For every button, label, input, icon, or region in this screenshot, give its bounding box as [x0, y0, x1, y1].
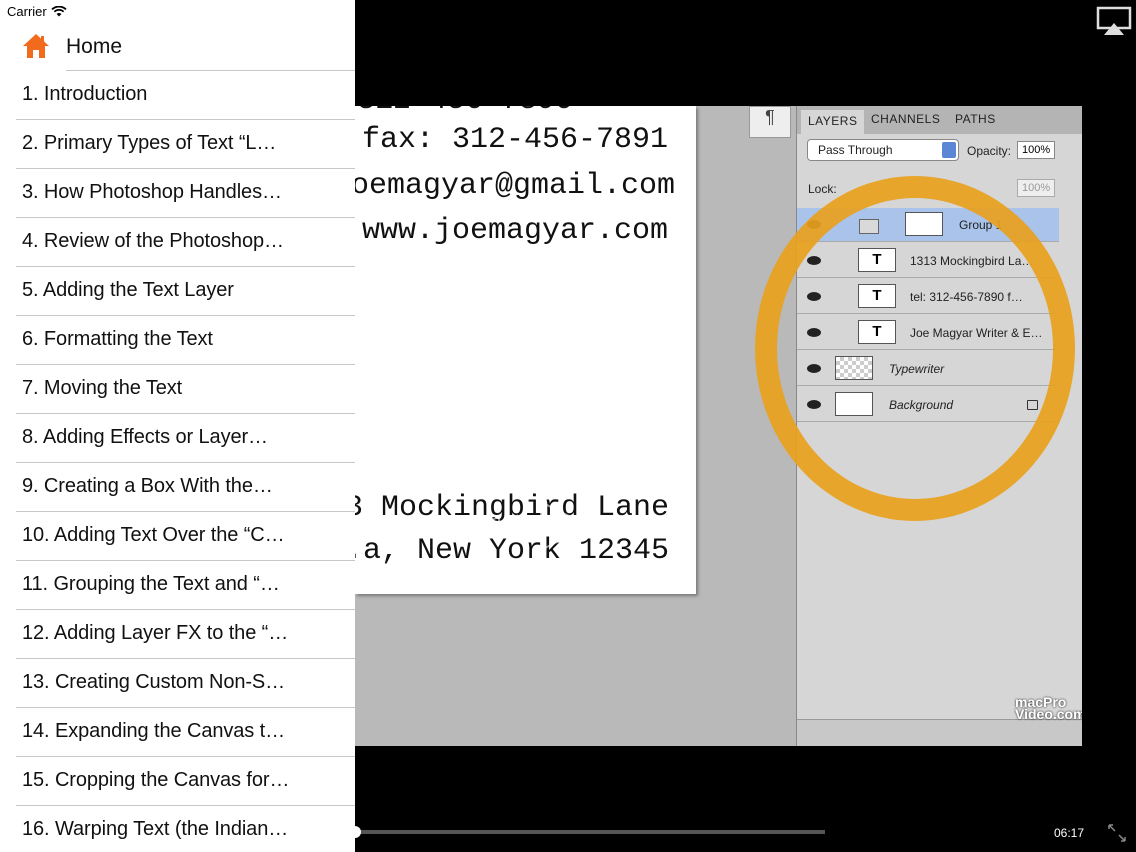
chapter-item[interactable]: 3. How Photoshop Handles…: [0, 169, 355, 218]
chapter-item[interactable]: 16. Warping Text (the Indian…: [0, 806, 355, 852]
chevron-down-icon: [942, 142, 956, 158]
tab-channels[interactable]: CHANNELS: [871, 112, 940, 126]
chapter-label: 5. Adding the Text Layer: [22, 279, 234, 301]
chapter-label: 6. Formatting the Text: [22, 328, 213, 350]
paper-text: 312-456-7890: [357, 106, 573, 118]
blend-mode-value: Pass Through: [818, 143, 893, 157]
chapter-item[interactable]: 7. Moving the Text: [0, 365, 355, 414]
chapter-item[interactable]: 6. Formatting the Text: [0, 316, 355, 365]
watermark: macPro Video.com: [1015, 695, 1082, 722]
chapter-label: 3. How Photoshop Handles…: [22, 181, 282, 203]
chapter-item[interactable]: 14. Expanding the Canvas t…: [0, 708, 355, 757]
chapter-label: 1. Introduction: [22, 83, 148, 105]
chapter-item[interactable]: 5. Adding the Text Layer: [0, 267, 355, 316]
chapter-label: 12. Adding Layer FX to the “…: [22, 622, 289, 644]
tab-layers[interactable]: LAYERS: [801, 110, 865, 134]
home-icon: [23, 34, 49, 58]
play-icon[interactable]: [540, 502, 587, 549]
chapter-item[interactable]: 15. Cropping the Canvas for…: [0, 757, 355, 806]
chapter-list: 1. Introduction 2. Primary Types of Text…: [0, 71, 355, 852]
blend-mode-select[interactable]: Pass Through: [807, 139, 959, 161]
opacity-label: Opacity:: [967, 144, 1012, 158]
lock-label: Lock:: [808, 182, 837, 196]
paper-text: fax: 312-456-7891: [362, 123, 669, 157]
opacity-field[interactable]: 100%: [1017, 141, 1055, 159]
paragraph-icon: ¶: [749, 106, 791, 138]
chapter-item[interactable]: 13. Creating Custom Non-S…: [0, 659, 355, 708]
chapter-label: 15. Cropping the Canvas for…: [22, 769, 290, 791]
chapter-label: 7. Moving the Text: [22, 377, 183, 399]
watermark-line: Video.com: [1015, 706, 1082, 722]
video-player[interactable]: 312-456-7890 fax: 312-456-7891 oemagyar@…: [349, 0, 1136, 852]
chapter-label: 4. Review of the Photoshop…: [22, 230, 284, 252]
chapter-label: 16. Warping Text (the Indian…: [22, 818, 289, 840]
video-frame: 312-456-7890 fax: 312-456-7891 oemagyar@…: [355, 106, 1082, 746]
panel-tabs: LAYERS CHANNELS PATHS: [797, 106, 1082, 134]
fullscreen-icon[interactable]: [1108, 824, 1126, 842]
home-row[interactable]: Home: [0, 26, 355, 70]
chapter-item[interactable]: 1. Introduction: [0, 71, 355, 120]
chapter-item[interactable]: 2. Primary Types of Text “L…: [0, 120, 355, 169]
skip-back-icon[interactable]: [477, 514, 518, 540]
chapter-item[interactable]: 4. Review of the Photoshop…: [0, 218, 355, 267]
playback-controls: [477, 502, 657, 549]
tab-paths[interactable]: PATHS: [955, 112, 996, 126]
chapter-label: 2. Primary Types of Text “L…: [22, 132, 277, 154]
chapter-sidebar: Carrier Home 1. Introduction 2. Primary …: [0, 0, 355, 852]
chapter-item[interactable]: 12. Adding Layer FX to the “…: [0, 610, 355, 659]
fill-field[interactable]: 100%: [1017, 179, 1055, 197]
chapter-label: 13. Creating Custom Non-S…: [22, 671, 286, 693]
wifi-icon: [51, 6, 67, 17]
chapter-item[interactable]: 11. Grouping the Text and “…: [0, 561, 355, 610]
skip-forward-icon[interactable]: [616, 514, 657, 540]
highlight-circle: [755, 176, 1075, 521]
chapter-label: 10. Adding Text Over the “C…: [22, 524, 285, 546]
airplay-icon[interactable]: [1096, 6, 1132, 36]
panel-footer: [797, 719, 1082, 746]
status-bar: Carrier: [7, 4, 67, 19]
paper-text: www.joemagyar.com: [362, 214, 669, 248]
carrier-label: Carrier: [7, 4, 47, 19]
chapter-label: 9. Creating a Box With the…: [22, 475, 273, 497]
chapter-label: 14. Expanding the Canvas t…: [22, 720, 286, 742]
chapter-label: 11. Grouping the Text and “…: [22, 573, 280, 595]
chapter-item[interactable]: 8. Adding Effects or Layer…: [0, 414, 355, 463]
progress-track[interactable]: [355, 830, 825, 834]
paper-text: oemagyar@gmail.com: [355, 169, 676, 203]
chapter-item[interactable]: 9. Creating a Box With the…: [0, 463, 355, 512]
home-label: Home: [66, 35, 123, 58]
chapter-item[interactable]: 10. Adding Text Over the “C…: [0, 512, 355, 561]
time-remaining: 06:17: [1053, 826, 1084, 840]
chapter-label: 8. Adding Effects or Layer…: [22, 426, 268, 448]
